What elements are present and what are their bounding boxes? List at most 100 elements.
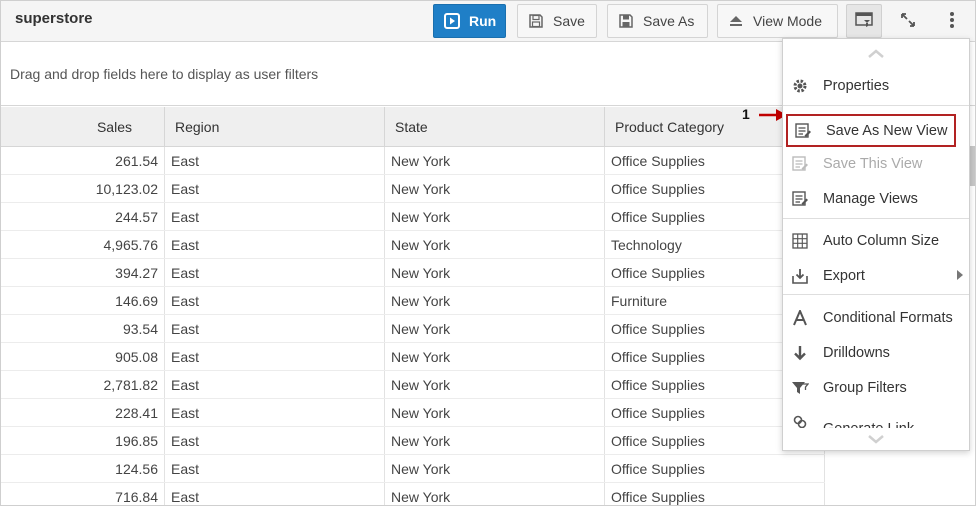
cell-region: East (165, 259, 385, 286)
view-options-menu: Properties Save As New View Save This Vi… (782, 38, 970, 451)
cell-state: New York (385, 399, 605, 426)
cell-region: East (165, 231, 385, 258)
cell-region: East (165, 455, 385, 482)
cell-region: East (165, 399, 385, 426)
play-icon (444, 13, 460, 29)
save-view-icon (791, 155, 809, 173)
save-button[interactable]: Save (517, 4, 597, 38)
view-options-button[interactable] (846, 4, 882, 38)
table-row[interactable]: 228.41 East New York Office Supplies (1, 399, 825, 427)
save-as-button[interactable]: Save As (607, 4, 708, 38)
cell-sales: 146.69 (1, 287, 165, 314)
more-options-button[interactable] (934, 4, 970, 38)
cell-sales: 2,781.82 (1, 371, 165, 398)
run-button[interactable]: Run (433, 4, 506, 38)
view-options-icon (855, 11, 873, 31)
vertical-scrollbar-thumb[interactable] (969, 146, 975, 186)
save-view-icon (794, 122, 812, 140)
menu-item-label: Conditional Formats (823, 309, 953, 326)
menu-item-drilldowns[interactable]: Drilldowns (783, 336, 969, 369)
table-row[interactable]: 905.08 East New York Office Supplies (1, 343, 825, 371)
annotation-number: 1 (742, 106, 750, 122)
table-row[interactable]: 716.84 East New York Office Supplies (1, 483, 825, 505)
cell-state: New York (385, 455, 605, 482)
menu-item-label: Manage Views (823, 190, 918, 207)
cell-state: New York (385, 147, 605, 174)
menu-scroll-up-icon[interactable] (783, 43, 969, 65)
cell-region: East (165, 315, 385, 342)
menu-item-conditional-formats[interactable]: Conditional Formats (783, 301, 969, 334)
cell-state: New York (385, 371, 605, 398)
cell-state: New York (385, 175, 605, 202)
grid-header: Sales Region State Product Category (1, 107, 825, 147)
save-icon (528, 13, 544, 29)
cell-state: New York (385, 203, 605, 230)
eject-icon (728, 13, 744, 29)
cell-state: New York (385, 315, 605, 342)
menu-divider (783, 218, 969, 219)
view-mode-button[interactable]: View Mode (717, 4, 838, 38)
toolbar: superstore Run Save Save As View Mode (1, 1, 975, 42)
format-icon (791, 309, 809, 327)
kebab-icon (949, 11, 955, 32)
cell-region: East (165, 287, 385, 314)
menu-item-group-filters[interactable]: Group Filters (783, 371, 969, 404)
table-row[interactable]: 244.57 East New York Office Supplies (1, 203, 825, 231)
cell-state: New York (385, 259, 605, 286)
cell-sales: 228.41 (1, 399, 165, 426)
cell-region: East (165, 175, 385, 202)
menu-divider (783, 105, 969, 106)
filter-dropzone-text: Drag and drop fields here to display as … (10, 66, 319, 82)
view-mode-label: View Mode (753, 13, 823, 29)
cell-region: East (165, 371, 385, 398)
report-window: superstore Run Save Save As View Mode Dr… (0, 0, 976, 506)
table-row[interactable]: 196.85 East New York Office Supplies (1, 427, 825, 455)
menu-item-label: Save This View (823, 155, 923, 172)
menu-scroll-down-icon[interactable] (783, 428, 969, 450)
cell-sales: 261.54 (1, 147, 165, 174)
expand-button[interactable] (890, 4, 926, 38)
cell-sales: 244.57 (1, 203, 165, 230)
filter-icon (791, 379, 809, 397)
table-row[interactable]: 394.27 East New York Office Supplies (1, 259, 825, 287)
cell-state: New York (385, 427, 605, 454)
menu-item-label: Group Filters (823, 379, 907, 396)
menu-item-label: Export (823, 267, 865, 284)
grid-icon (791, 232, 809, 250)
menu-item-export[interactable]: Export (783, 259, 969, 292)
menu-item-save-as-new-view[interactable]: Save As New View (786, 114, 956, 147)
table-row[interactable]: 146.69 East New York Furniture (1, 287, 825, 315)
manage-views-icon (791, 190, 809, 208)
cell-sales: 93.54 (1, 315, 165, 342)
cell-product-category: Office Supplies (605, 483, 825, 505)
table-row[interactable]: 93.54 East New York Office Supplies (1, 315, 825, 343)
table-row[interactable]: 2,781.82 East New York Office Supplies (1, 371, 825, 399)
menu-item-manage-views[interactable]: Manage Views (783, 182, 969, 215)
cell-state: New York (385, 231, 605, 258)
column-header-sales[interactable]: Sales (1, 107, 165, 146)
cell-region: East (165, 147, 385, 174)
column-header-state[interactable]: State (385, 107, 605, 146)
menu-item-label: Auto Column Size (823, 232, 940, 249)
cell-product-category: Office Supplies (605, 455, 825, 482)
menu-item-save-this-view: Save This View (783, 147, 969, 180)
cell-region: East (165, 483, 385, 505)
cell-sales: 394.27 (1, 259, 165, 286)
menu-item-properties[interactable]: Properties (783, 69, 969, 102)
cell-region: East (165, 343, 385, 370)
table-row[interactable]: 4,965.76 East New York Technology (1, 231, 825, 259)
report-title: superstore (15, 10, 93, 27)
cell-sales: 716.84 (1, 483, 165, 505)
table-row[interactable]: 124.56 East New York Office Supplies (1, 455, 825, 483)
grid-body: 261.54 East New York Office Supplies 10,123.… (1, 147, 825, 505)
submenu-arrow-icon (957, 270, 963, 280)
menu-item-label: Properties (823, 77, 890, 94)
table-row[interactable]: 261.54 East New York Office Supplies (1, 147, 825, 175)
cell-state: New York (385, 483, 605, 505)
table-row[interactable]: 10,123.02 East New York Office Supplies (1, 175, 825, 203)
column-header-region[interactable]: Region (165, 107, 385, 146)
menu-item-label: Save As New View (826, 122, 948, 139)
cell-state: New York (385, 287, 605, 314)
menu-item-auto-column-size[interactable]: Auto Column Size (783, 224, 969, 257)
cell-sales: 4,965.76 (1, 231, 165, 258)
